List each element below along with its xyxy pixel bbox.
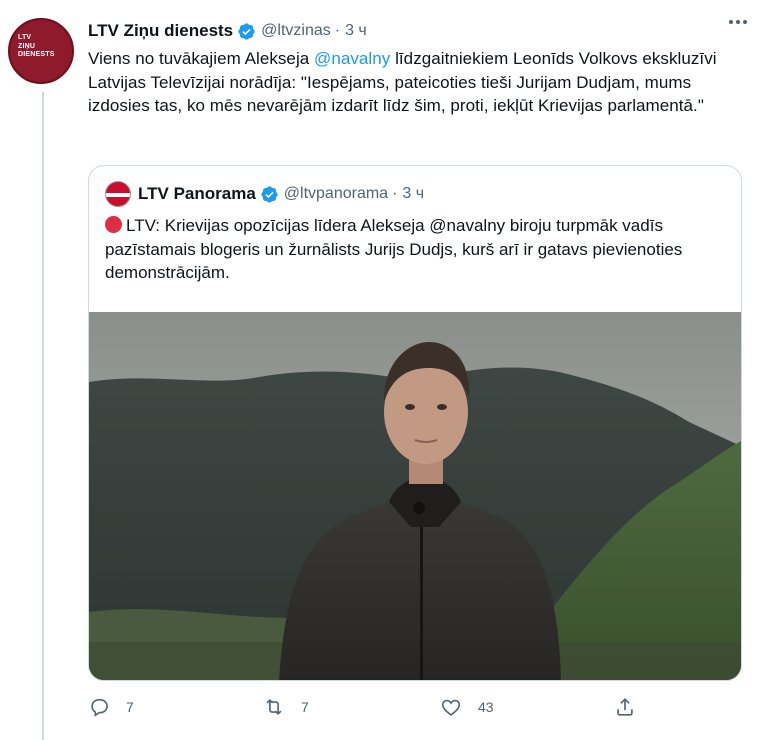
- separator-dot: ·: [334, 22, 341, 39]
- author-avatar[interactable]: LTV ZIŅU DIENESTS: [8, 18, 78, 88]
- quoted-avatar: [105, 181, 131, 207]
- retweet-icon: [266, 698, 282, 716]
- avatar-text-line: ZIŅU: [18, 42, 36, 50]
- quoted-header: LTV Panorama @ltvpanorama · 3 ч: [105, 181, 425, 207]
- reply-icon: [91, 699, 108, 717]
- verified-badge-icon: [261, 185, 278, 203]
- separator-dot: ·: [392, 185, 398, 202]
- tweet-text: Viens no tuvākajiem Alekseja @navalny lī…: [88, 47, 738, 118]
- author-name[interactable]: LTV Ziņu dienests: [88, 21, 233, 41]
- verified-badge-icon: [238, 22, 255, 40]
- author-handle[interactable]: @ltvzinas: [261, 22, 331, 40]
- quoted-photo[interactable]: [89, 312, 742, 681]
- avatar-band: [106, 193, 130, 197]
- avatar-text-line: LTV: [18, 34, 32, 41]
- quoted-author-name: LTV Panorama: [138, 184, 256, 203]
- thread-line: [42, 92, 44, 740]
- quoted-time: 3 ч: [402, 185, 425, 202]
- tweet-time[interactable]: 3 ч: [345, 22, 367, 40]
- retweet-button[interactable]: 7: [263, 696, 309, 718]
- avatar-logo: LTV ZIŅU DIENESTS: [8, 18, 74, 84]
- mention-link[interactable]: @navalny: [314, 49, 390, 68]
- tweet[interactable]: LTV ZIŅU DIENESTS LTV Ziņu dienests @ltv…: [0, 0, 768, 740]
- quoted-text-content: LTV: Krievijas opozīcijas līdera Aleksej…: [105, 216, 683, 283]
- share-button[interactable]: [614, 696, 636, 718]
- share-icon: [617, 698, 633, 716]
- avatar-logo-text: LTV ZIŅU DIENESTS: [18, 34, 55, 60]
- quoted-tweet[interactable]: LTV Panorama @ltvpanorama · 3 ч LTV: Kri…: [88, 165, 742, 681]
- red-circle-emoji: [105, 216, 122, 233]
- action-bar: 7 7 43: [88, 690, 648, 730]
- tweet-text-part: Viens no tuvākajiem Alekseja: [88, 49, 315, 68]
- like-count: 43: [478, 699, 494, 715]
- more-icon[interactable]: [722, 10, 754, 34]
- like-icon: [441, 699, 461, 716]
- quoted-author-handle: @ltvpanorama: [283, 185, 389, 202]
- quoted-text: LTV: Krievijas opozīcijas līdera Aleksej…: [105, 214, 725, 285]
- avatar-text-line: DIENESTS: [18, 51, 55, 58]
- tweet-header: LTV Ziņu dienests @ltvzinas · 3 ч: [88, 18, 367, 44]
- reply-count: 7: [126, 699, 134, 715]
- retweet-count: 7: [301, 699, 309, 715]
- like-button[interactable]: 43: [440, 696, 494, 718]
- reply-button[interactable]: 7: [88, 696, 134, 718]
